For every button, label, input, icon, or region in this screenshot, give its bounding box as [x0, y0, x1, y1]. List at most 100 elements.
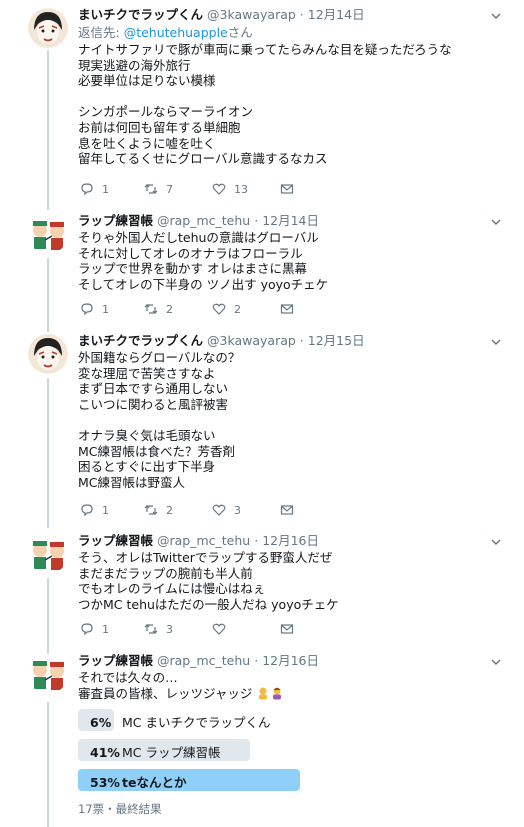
- tweet: ラップ練習帳 @rap_mc_tehu · 12月14日 そりゃ外国人だしteh…: [0, 210, 524, 322]
- avatar[interactable]: [28, 334, 68, 374]
- separator: ·: [299, 333, 304, 348]
- chevron-down-icon[interactable]: [490, 656, 502, 668]
- timestamp[interactable]: 12月14日: [262, 213, 319, 228]
- tweet: まいチクでラップくん @3kawayarap · 12月15日 外国籍ならグロー…: [0, 330, 524, 525]
- tweet-line: そしてオレの下半身の ツノ出す yoyoチェケ: [78, 276, 329, 292]
- tweet-line: それに対してオレのオナラはフローラル: [78, 245, 303, 261]
- tweet-header: まいチクでラップくん @3kawayarap · 12月14日: [78, 6, 494, 24]
- tweet-line: 現実逃避の海外旅行: [78, 57, 191, 73]
- timestamp[interactable]: 12月14日: [308, 7, 365, 22]
- tweet-text: そりゃ外国人だしtehuの意識はグローバル それに対してオレのオナラはフローラル…: [78, 230, 494, 292]
- tweet-line: ラップで世界を動かす オレはまさに黒幕: [78, 261, 307, 277]
- poll-label: MC ラップ練習帳: [122, 745, 221, 761]
- retweet-button[interactable]: 3: [144, 622, 173, 636]
- like-button[interactable]: 3: [212, 503, 241, 517]
- tweet-line: でもオレのライムには慢心はねぇ: [78, 581, 266, 597]
- poll: 6% MC まいチクでラップくん 41% MC ラップ練習帳 53% teなんとか 1…: [78, 709, 494, 817]
- tweet: まいチクでラップくん @3kawayarap · 12月14日 返信先: @te…: [0, 4, 524, 204]
- tweet-line: 外国籍ならグローバルなの？: [78, 350, 241, 365]
- like-button[interactable]: [212, 622, 234, 636]
- retweet-button[interactable]: 2: [144, 302, 173, 316]
- tweet-line: ナイトサファリで豚が車両に乗ってたらみんな目を疑っただろうな: [78, 42, 452, 57]
- reply-button[interactable]: 1: [80, 182, 109, 196]
- retweet-button[interactable]: 2: [144, 503, 173, 517]
- tweet-text: ナイトサファリで豚が車両に乗ってたらみんな目を疑っただろうな 現実逃避の海外旅行…: [78, 42, 494, 167]
- avatar[interactable]: [28, 214, 68, 254]
- tweet-header: まいチクでラップくん @3kawayarap · 12月15日: [78, 332, 494, 350]
- display-name[interactable]: ラップ練習帳: [78, 533, 153, 548]
- user-handle[interactable]: @rap_mc_tehu: [157, 213, 250, 228]
- poll-percent: 53%: [90, 775, 120, 791]
- envelope-icon: [280, 304, 294, 314]
- envelope-icon: [280, 624, 294, 634]
- retweet-icon: [144, 505, 158, 515]
- like-count: 2: [234, 302, 241, 316]
- dm-button[interactable]: [280, 622, 294, 636]
- retweet-icon: [144, 304, 158, 314]
- tweet-line: つかMC tehuはただの一般人だね yoyoチェケ: [78, 596, 339, 612]
- tweet-line-with-emoji: 審査員の皆様、レッツジャッジ: [78, 686, 494, 702]
- reply-context: 返信先: @tehutehuappleさん: [78, 24, 494, 42]
- heart-icon: [212, 504, 226, 516]
- like-button[interactable]: 2: [212, 302, 241, 316]
- timestamp[interactable]: 12月16日: [262, 653, 319, 668]
- poll-option-winner[interactable]: 53% teなんとか: [78, 769, 494, 792]
- tweet-header: ラップ練習帳 @rap_mc_tehu · 12月16日: [78, 532, 494, 550]
- user-handle[interactable]: @rap_mc_tehu: [157, 533, 250, 548]
- user-handle[interactable]: @3kawayarap: [207, 333, 296, 348]
- tweet-actions: 1 7 13: [80, 182, 380, 200]
- tweet-line: まず日本ですら通用しない: [78, 381, 229, 397]
- dm-button[interactable]: [280, 302, 294, 316]
- reply-mention-link[interactable]: @tehutehuapple: [124, 25, 228, 40]
- user-handle[interactable]: @rap_mc_tehu: [157, 653, 250, 668]
- tweet-line: こいつに関わると風評被害: [78, 396, 229, 412]
- reply-count: 1: [102, 622, 109, 636]
- like-count: 13: [234, 182, 248, 196]
- person-bowing-icon: [259, 687, 268, 700]
- reply-button[interactable]: 1: [80, 503, 109, 517]
- tweet-actions: 1 3: [80, 622, 380, 640]
- poll-footer: 17票・最終結果: [78, 802, 162, 817]
- display-name[interactable]: ラップ練習帳: [78, 213, 153, 228]
- tweet-line: そりゃ外国人だしtehuの意識はグローバル: [78, 230, 319, 245]
- retweet-icon: [144, 184, 158, 194]
- timestamp[interactable]: 12月15日: [308, 333, 365, 348]
- display-name[interactable]: まいチクでラップくん: [78, 333, 203, 348]
- chevron-down-icon[interactable]: [490, 536, 502, 548]
- like-button[interactable]: 13: [212, 182, 248, 196]
- separator: ·: [254, 213, 259, 228]
- poll-option[interactable]: 6% MC まいチクでラップくん: [78, 709, 494, 732]
- reply-button[interactable]: 1: [80, 302, 109, 316]
- tweet: ラップ練習帳 @rap_mc_tehu · 12月16日 それでは久々の… 審査…: [0, 650, 524, 827]
- avatar[interactable]: [28, 8, 68, 48]
- tweet-line: 困るとすぐに出す下半身: [78, 459, 216, 475]
- timestamp[interactable]: 12月16日: [262, 533, 319, 548]
- retweet-button[interactable]: 7: [144, 182, 173, 196]
- chevron-down-icon[interactable]: [490, 216, 502, 228]
- chevron-down-icon[interactable]: [490, 336, 502, 348]
- retweet-count: 3: [166, 622, 173, 636]
- tweet-line: MC練習帳は野蛮人: [78, 474, 186, 490]
- reply-count: 1: [102, 182, 109, 196]
- user-handle[interactable]: @3kawayarap: [207, 7, 296, 22]
- avatar[interactable]: [28, 654, 68, 694]
- avatar[interactable]: [28, 534, 68, 574]
- reply-button[interactable]: 1: [80, 622, 109, 636]
- display-name[interactable]: ラップ練習帳: [78, 653, 153, 668]
- tweet-actions: 1 2 2: [80, 302, 380, 320]
- tweet-line: 留年してるくせにグローバル意識するなカス: [78, 151, 328, 167]
- dm-button[interactable]: [280, 503, 294, 517]
- poll-option[interactable]: 41% MC ラップ練習帳: [78, 739, 494, 762]
- tweet-text: 外国籍ならグローバルなの？ 変な理屈で苦笑さすなよ まず日本ですら通用しない こ…: [78, 350, 494, 490]
- dm-button[interactable]: [280, 182, 294, 196]
- poll-label: MC まいチクでラップくん: [122, 715, 271, 731]
- reply-icon: [81, 183, 93, 196]
- tweet-actions: 1 2 3: [80, 503, 380, 521]
- heart-icon: [212, 623, 226, 635]
- envelope-icon: [280, 184, 294, 194]
- display-name[interactable]: まいチクでラップくん: [78, 7, 203, 22]
- heart-icon: [212, 183, 226, 195]
- reply-icon: [81, 623, 93, 636]
- tweet-line: [78, 89, 494, 105]
- chevron-down-icon[interactable]: [490, 10, 502, 22]
